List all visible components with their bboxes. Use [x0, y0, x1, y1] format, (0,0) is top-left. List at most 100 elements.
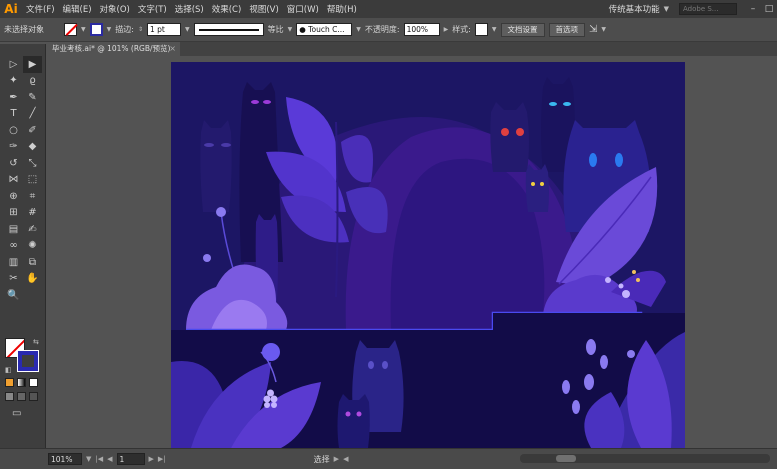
arrange-documents-icon[interactable]: ⇲	[589, 24, 597, 35]
chevron-down-icon[interactable]: ▼	[81, 26, 86, 33]
default-colors-icon[interactable]: ◧	[5, 366, 12, 374]
stroke-swatch[interactable]	[89, 23, 103, 36]
selection-tool-icon[interactable]: ▷	[4, 56, 23, 73]
gradient-mode-icon[interactable]	[17, 378, 26, 387]
paintbrush-tool-icon[interactable]: ✐	[23, 122, 42, 139]
curvature-tool-icon[interactable]: ✎	[23, 89, 42, 106]
perspective-grid-tool-icon[interactable]: ⊞	[4, 205, 23, 222]
menu-help[interactable]: 帮助(H)	[323, 3, 361, 15]
scroll-left-icon[interactable]: ◀	[343, 455, 348, 463]
brush-definition[interactable]: ● Touch C...	[296, 23, 353, 36]
variable-width-profile[interactable]	[193, 23, 264, 36]
line-tool-icon[interactable]: ╱	[23, 106, 42, 123]
screen-mode-icon[interactable]: ▭	[12, 408, 21, 419]
swap-arrow-icon[interactable]: ⇆	[33, 338, 39, 346]
first-artboard-icon[interactable]: |◀	[95, 455, 103, 463]
shaper-tool-icon[interactable]: ✑	[4, 139, 23, 156]
scrollbar-thumb[interactable]	[556, 455, 576, 462]
menu-edit[interactable]: 编辑(E)	[59, 3, 96, 15]
draw-inside-icon[interactable]	[29, 392, 38, 401]
menu-effect[interactable]: 效果(C)	[208, 3, 246, 15]
stepper-icon[interactable]: ⇕	[138, 26, 143, 33]
document-tab[interactable]: 毕业考核.ai* @ 101% (RGB/预览) ×	[48, 42, 180, 56]
menu-view[interactable]: 视图(V)	[245, 3, 282, 15]
chevron-down-icon[interactable]: ▼	[664, 5, 669, 13]
chevron-down-icon[interactable]: ▼	[288, 26, 293, 33]
width-tool-icon[interactable]: ⋈	[4, 172, 23, 189]
chevron-down-icon[interactable]: ▼	[185, 26, 190, 33]
last-artboard-icon[interactable]: ▶|	[158, 455, 166, 463]
menu-select[interactable]: 选择(S)	[171, 3, 208, 15]
shape-builder-tool-icon[interactable]: ⊕	[4, 188, 23, 205]
rotate-tool-icon[interactable]: ↺	[4, 155, 23, 172]
menu-object[interactable]: 对象(O)	[96, 3, 134, 15]
chevron-right-icon[interactable]: ▶	[444, 26, 449, 33]
menu-type[interactable]: 文字(T)	[134, 3, 171, 15]
workspace-switcher[interactable]: 传统基本功能	[609, 3, 660, 15]
canvas-area[interactable]	[47, 56, 777, 448]
cat-eye	[356, 411, 362, 417]
search-input[interactable]: Adobe S...	[679, 3, 737, 15]
scale-tool-icon[interactable]: ⤡	[23, 155, 42, 172]
artboard-number-field[interactable]: 1	[116, 453, 145, 465]
stroke-label[interactable]: 描边:	[115, 24, 134, 35]
style-swatch[interactable]	[474, 23, 488, 36]
eraser-tool-icon[interactable]: ◆	[23, 139, 42, 156]
gradient-tool-icon[interactable]: ▤	[4, 221, 23, 238]
chevron-down-icon[interactable]: ▼	[492, 26, 497, 33]
chevron-down-icon[interactable]: ▼	[107, 26, 112, 33]
direct-selection-tool-icon[interactable]: ▶	[23, 56, 42, 73]
menu-window[interactable]: 窗口(W)	[283, 3, 323, 15]
draw-normal-icon[interactable]	[5, 392, 14, 401]
cat-eye	[531, 182, 535, 186]
ghost-eye	[221, 143, 231, 147]
none-mode-icon[interactable]	[29, 378, 38, 387]
stroke-color-swatch[interactable]	[17, 350, 39, 372]
column-graph-tool-icon[interactable]: ▥	[4, 254, 23, 271]
opacity-label[interactable]: 不透明度:	[365, 24, 400, 35]
minimize-icon[interactable]: –	[745, 4, 761, 14]
color-mode-buttons	[5, 378, 38, 387]
menu-file[interactable]: 文件(F)	[22, 3, 59, 15]
pen-tool-icon[interactable]: ✒	[4, 89, 23, 106]
chevron-down-icon[interactable]: ▼	[601, 26, 606, 33]
lasso-tool-icon[interactable]: ϱ	[23, 73, 42, 90]
mesh-tool-icon[interactable]: #	[23, 205, 42, 222]
chevron-down-icon[interactable]: ▼	[356, 26, 361, 33]
creature-eye	[636, 278, 640, 282]
slice-tool-icon[interactable]: ✂	[4, 271, 23, 288]
artboard[interactable]	[171, 62, 685, 448]
ghost-cat-silhouette	[490, 102, 529, 172]
previous-artboard-icon[interactable]: ◀	[107, 455, 112, 463]
cat-eye	[368, 361, 374, 369]
stroke-profile-label: 等比	[267, 25, 284, 34]
live-paint-tool-icon[interactable]: ⌗	[23, 188, 42, 205]
color-mode-icon[interactable]	[5, 378, 14, 387]
horizontal-scrollbar[interactable]	[520, 454, 770, 463]
blend-tool-icon[interactable]: ∞	[4, 238, 23, 255]
illustration	[171, 77, 685, 448]
next-artboard-icon[interactable]: ▶	[149, 455, 154, 463]
draw-behind-icon[interactable]	[17, 392, 26, 401]
zoom-level-field[interactable]: 101%	[48, 453, 82, 465]
stroke-weight-field[interactable]: 1 pt	[146, 23, 181, 36]
hand-tool-icon[interactable]: ✋	[23, 271, 42, 288]
maximize-icon[interactable]: □	[761, 4, 777, 14]
artboard-tool-icon[interactable]: ⧉	[23, 254, 42, 271]
creature-eye	[632, 270, 636, 274]
magic-wand-tool-icon[interactable]: ✦	[4, 73, 23, 90]
eyedropper-tool-icon[interactable]: ✍	[23, 221, 42, 238]
fill-swatch[interactable]	[64, 23, 77, 36]
document-setup-button[interactable]: 文档设置	[500, 22, 545, 37]
opacity-field[interactable]: 100%	[403, 23, 440, 36]
type-tool-icon[interactable]: T	[4, 106, 23, 123]
cat-eye	[501, 128, 509, 136]
chevron-down-icon[interactable]: ▼	[86, 455, 91, 463]
close-icon[interactable]: ×	[169, 42, 176, 56]
free-transform-tool-icon[interactable]: ⬚	[23, 172, 42, 189]
zoom-tool-icon[interactable]: 🔍	[4, 287, 23, 304]
symbol-sprayer-tool-icon[interactable]: ✺	[23, 238, 42, 255]
chevron-right-icon[interactable]: ▶	[334, 455, 339, 463]
ellipse-tool-icon[interactable]: ○	[4, 122, 23, 139]
preferences-button[interactable]: 首选项	[548, 22, 586, 37]
